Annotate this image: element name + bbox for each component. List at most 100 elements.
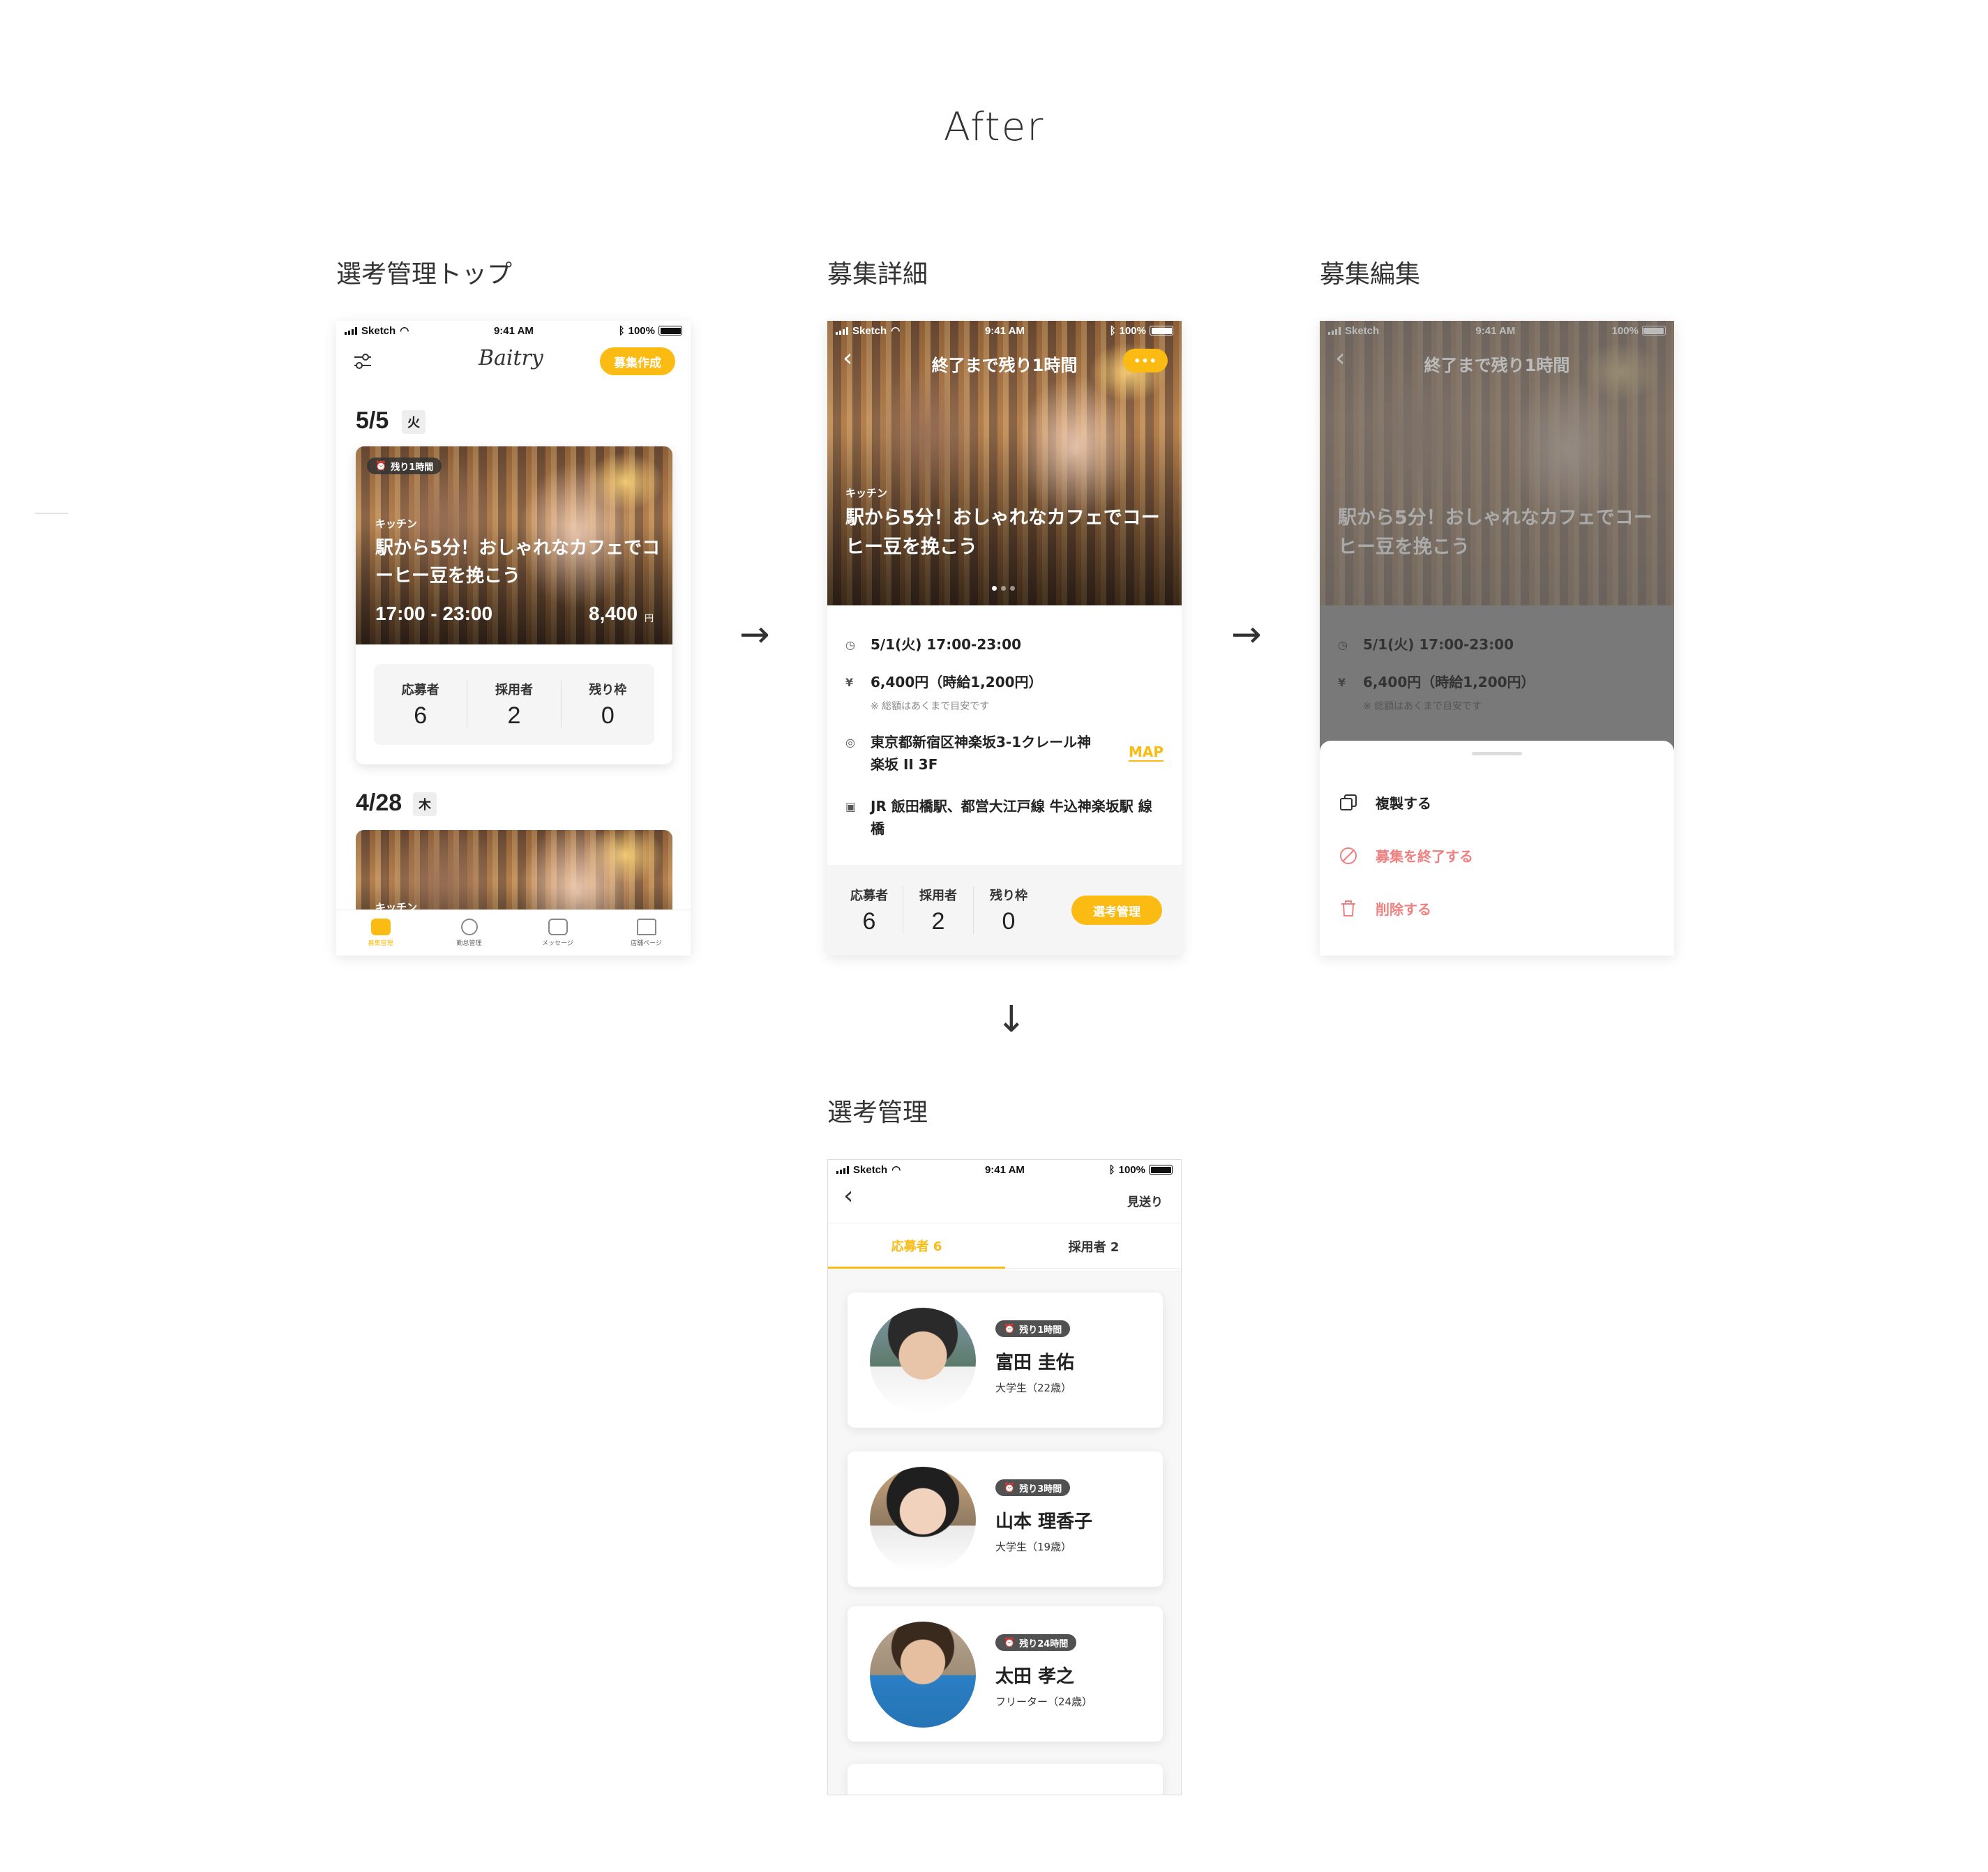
card-title: 駅から5分！おしゃれなカフェでコーヒー豆を挽こう <box>375 538 661 587</box>
app-logo: Baitry <box>479 346 543 370</box>
delete-action[interactable]: 削除する <box>1339 898 1431 919</box>
alarm-icon: ⏰ <box>1004 1637 1016 1648</box>
tab-shop[interactable]: 店舗ページ <box>602 910 691 956</box>
divider <box>35 513 68 514</box>
card-hours: 17:00 - 23:00 <box>375 603 493 624</box>
weekday-badge: 木 <box>413 792 437 816</box>
tab-attendance[interactable]: 勤怠管理 <box>425 910 513 956</box>
battery-icon <box>1641 326 1666 335</box>
candidate-card[interactable]: ⏰ 残り1時間 富田 圭佑 大学生（22歳） <box>848 1292 1163 1428</box>
card-stats: 応募者 6 採用者 2 残り枠 0 <box>374 664 654 745</box>
tab-message[interactable]: メッセージ <box>513 910 602 956</box>
signal-icon <box>1328 326 1341 335</box>
section-label-detail: 募集詳細 <box>827 260 928 289</box>
shop-icon <box>636 919 656 935</box>
action-sheet: 複製する 募集を終了する 削除する <box>1320 741 1674 956</box>
signal-icon <box>836 1165 849 1174</box>
category-label: キッチン <box>845 487 888 499</box>
card-pay: 8,400 <box>589 603 638 624</box>
trash-icon <box>1339 900 1357 918</box>
battery-level: 100% <box>1119 324 1146 337</box>
more-button[interactable]: ••• <box>1123 349 1168 372</box>
status-bar: Sketch ◠ 9:41 AM ᛒ 100% <box>827 321 1182 340</box>
battery-level: 100% <box>628 324 655 337</box>
candidate-card[interactable]: ⏰ 残り24時間 太田 孝之 フリーター（24歳） <box>848 1606 1163 1742</box>
arrow-right-icon: → <box>1231 614 1262 656</box>
header-title: 終了まで残り1時間 <box>1424 356 1570 375</box>
section-label-manage: 選考管理 <box>827 1099 928 1127</box>
time-left-badge: ⏰ 残り1時間 <box>367 458 442 474</box>
recruit-title: 駅から5分！おしゃれなカフェでコーヒー豆を挽こう <box>845 507 1160 558</box>
recruit-card[interactable]: ⏰ 残り1時間 キッチン 駅から5分！おしゃれなカフェでコーヒー豆を挽こう 17:… <box>356 446 672 764</box>
wifi-icon: ◠ <box>891 1164 901 1176</box>
group-date: 4/28 <box>356 790 402 816</box>
recruit-icon <box>370 919 391 935</box>
alarm-icon: ⏰ <box>375 460 387 471</box>
yen-icon: ¥ <box>845 676 854 689</box>
carrier: Sketch <box>1345 324 1380 337</box>
candidate-card[interactable]: ⏰ 残り3時間 山本 理香子 大学生（19歳） <box>848 1451 1163 1587</box>
stats-bar: 応募者 6 採用者 2 残り枠 0 選考管理 <box>827 865 1182 956</box>
avatar <box>870 1308 976 1414</box>
status-bar: Sketch ◠ 9:41 AM ᛒ 100% <box>336 321 691 340</box>
screen-edit: Sketch 9:41 AM 100% ‹ 終了まで残り1時間 駅から5分！おし… <box>1320 321 1674 956</box>
candidate-info: フリーター（24歳） <box>995 1696 1093 1708</box>
tab-recruit[interactable]: 募集管理 <box>336 910 425 956</box>
battery-level: 100% <box>1118 1163 1145 1176</box>
pay-row: ¥6,400円（時給1,200円） ※ 総額はあくまで目安です <box>845 671 1164 716</box>
stat-hired: 採用者 2 <box>495 682 533 729</box>
station-row: ▣ JR 飯田橋駅、都営大江戸線 牛込神楽坂駅 線橋 <box>845 795 1164 840</box>
pay-row: ¥6,400円（時給1,200円） ※ 総額はあくまで目安です <box>1338 674 1535 712</box>
avatar <box>870 1622 976 1728</box>
signal-icon <box>836 326 848 335</box>
train-icon: ▣ <box>845 800 857 813</box>
screen-top: Sketch ◠ 9:41 AM ᛒ 100% Baitry 募集作成 5/5 火 … <box>336 321 691 956</box>
clock: 9:41 AM <box>493 324 534 337</box>
arrow-down-icon: ↓ <box>996 999 1027 1041</box>
address-row: ◎ 東京都新宿区神楽坂3-1クレール神楽坂 II 3F <box>845 731 1105 776</box>
tab-applicants[interactable]: 応募者 6 <box>828 1224 1005 1269</box>
filter-icon[interactable] <box>352 350 374 372</box>
message-icon <box>548 919 568 935</box>
clock: 9:41 AM <box>984 324 1025 337</box>
tab-bar: 募集管理 勤怠管理 メッセージ 店舗ページ <box>336 909 691 956</box>
wifi-icon: ◠ <box>891 325 901 337</box>
stat-remaining: 残り枠 0 <box>990 888 1027 935</box>
battery-level: 100% <box>1611 324 1639 337</box>
candidate-info: 大学生（19歳） <box>995 1541 1072 1553</box>
clock: 9:41 AM <box>984 1163 1025 1176</box>
time-left-badge: ⏰ 残り24時間 <box>995 1634 1077 1651</box>
card-category: キッチン <box>375 518 418 530</box>
candidate-name: 山本 理香子 <box>995 1511 1093 1532</box>
screen-manage: Sketch ◠ 9:41 AM ᛒ 100% ‹ 見送り 応募者 6 採用者 2 … <box>827 1159 1182 1795</box>
end-recruit-action[interactable]: 募集を終了する <box>1339 845 1473 866</box>
skip-button[interactable]: 見送り <box>1127 1192 1163 1209</box>
copy-icon <box>1339 794 1357 812</box>
alarm-icon: ⏰ <box>1004 1482 1016 1493</box>
tab-hired[interactable]: 採用者 2 <box>1005 1224 1181 1269</box>
section-label-top: 選考管理トップ <box>336 260 513 289</box>
screen-detail: Sketch ◠ 9:41 AM ᛒ 100% ‹ 終了まで残り1時間 ••• キッ… <box>827 321 1182 956</box>
duplicate-action[interactable]: 複製する <box>1339 792 1431 813</box>
card-pay-unit: 円 <box>645 614 654 624</box>
section-label-edit: 募集編集 <box>1320 260 1421 289</box>
bluetooth-icon: ᛒ <box>1108 1163 1115 1176</box>
back-icon[interactable]: ‹ <box>843 1184 853 1209</box>
map-link[interactable]: MAP <box>1129 743 1164 762</box>
create-recruit-button[interactable]: 募集作成 <box>600 347 675 375</box>
attendance-icon <box>460 919 478 935</box>
status-bar: Sketch ◠ 9:41 AM ᛒ 100% <box>828 1160 1181 1179</box>
sheet-handle[interactable] <box>1472 752 1522 755</box>
clock: 9:41 AM <box>1475 324 1516 337</box>
selection-manage-button[interactable]: 選考管理 <box>1071 896 1162 925</box>
candidate-name: 富田 圭佑 <box>995 1352 1075 1373</box>
clock-icon: ◷ <box>845 638 855 651</box>
stat-applicants: 応募者 6 <box>850 888 888 935</box>
carrier: Sketch <box>853 1163 888 1176</box>
battery-icon <box>1149 1165 1173 1175</box>
wifi-icon: ◠ <box>400 325 409 337</box>
page-title: After <box>943 105 1045 150</box>
stat-hired: 採用者 2 <box>919 888 957 935</box>
prohibit-icon <box>1339 847 1357 865</box>
candidate-card[interactable] <box>848 1764 1163 1795</box>
